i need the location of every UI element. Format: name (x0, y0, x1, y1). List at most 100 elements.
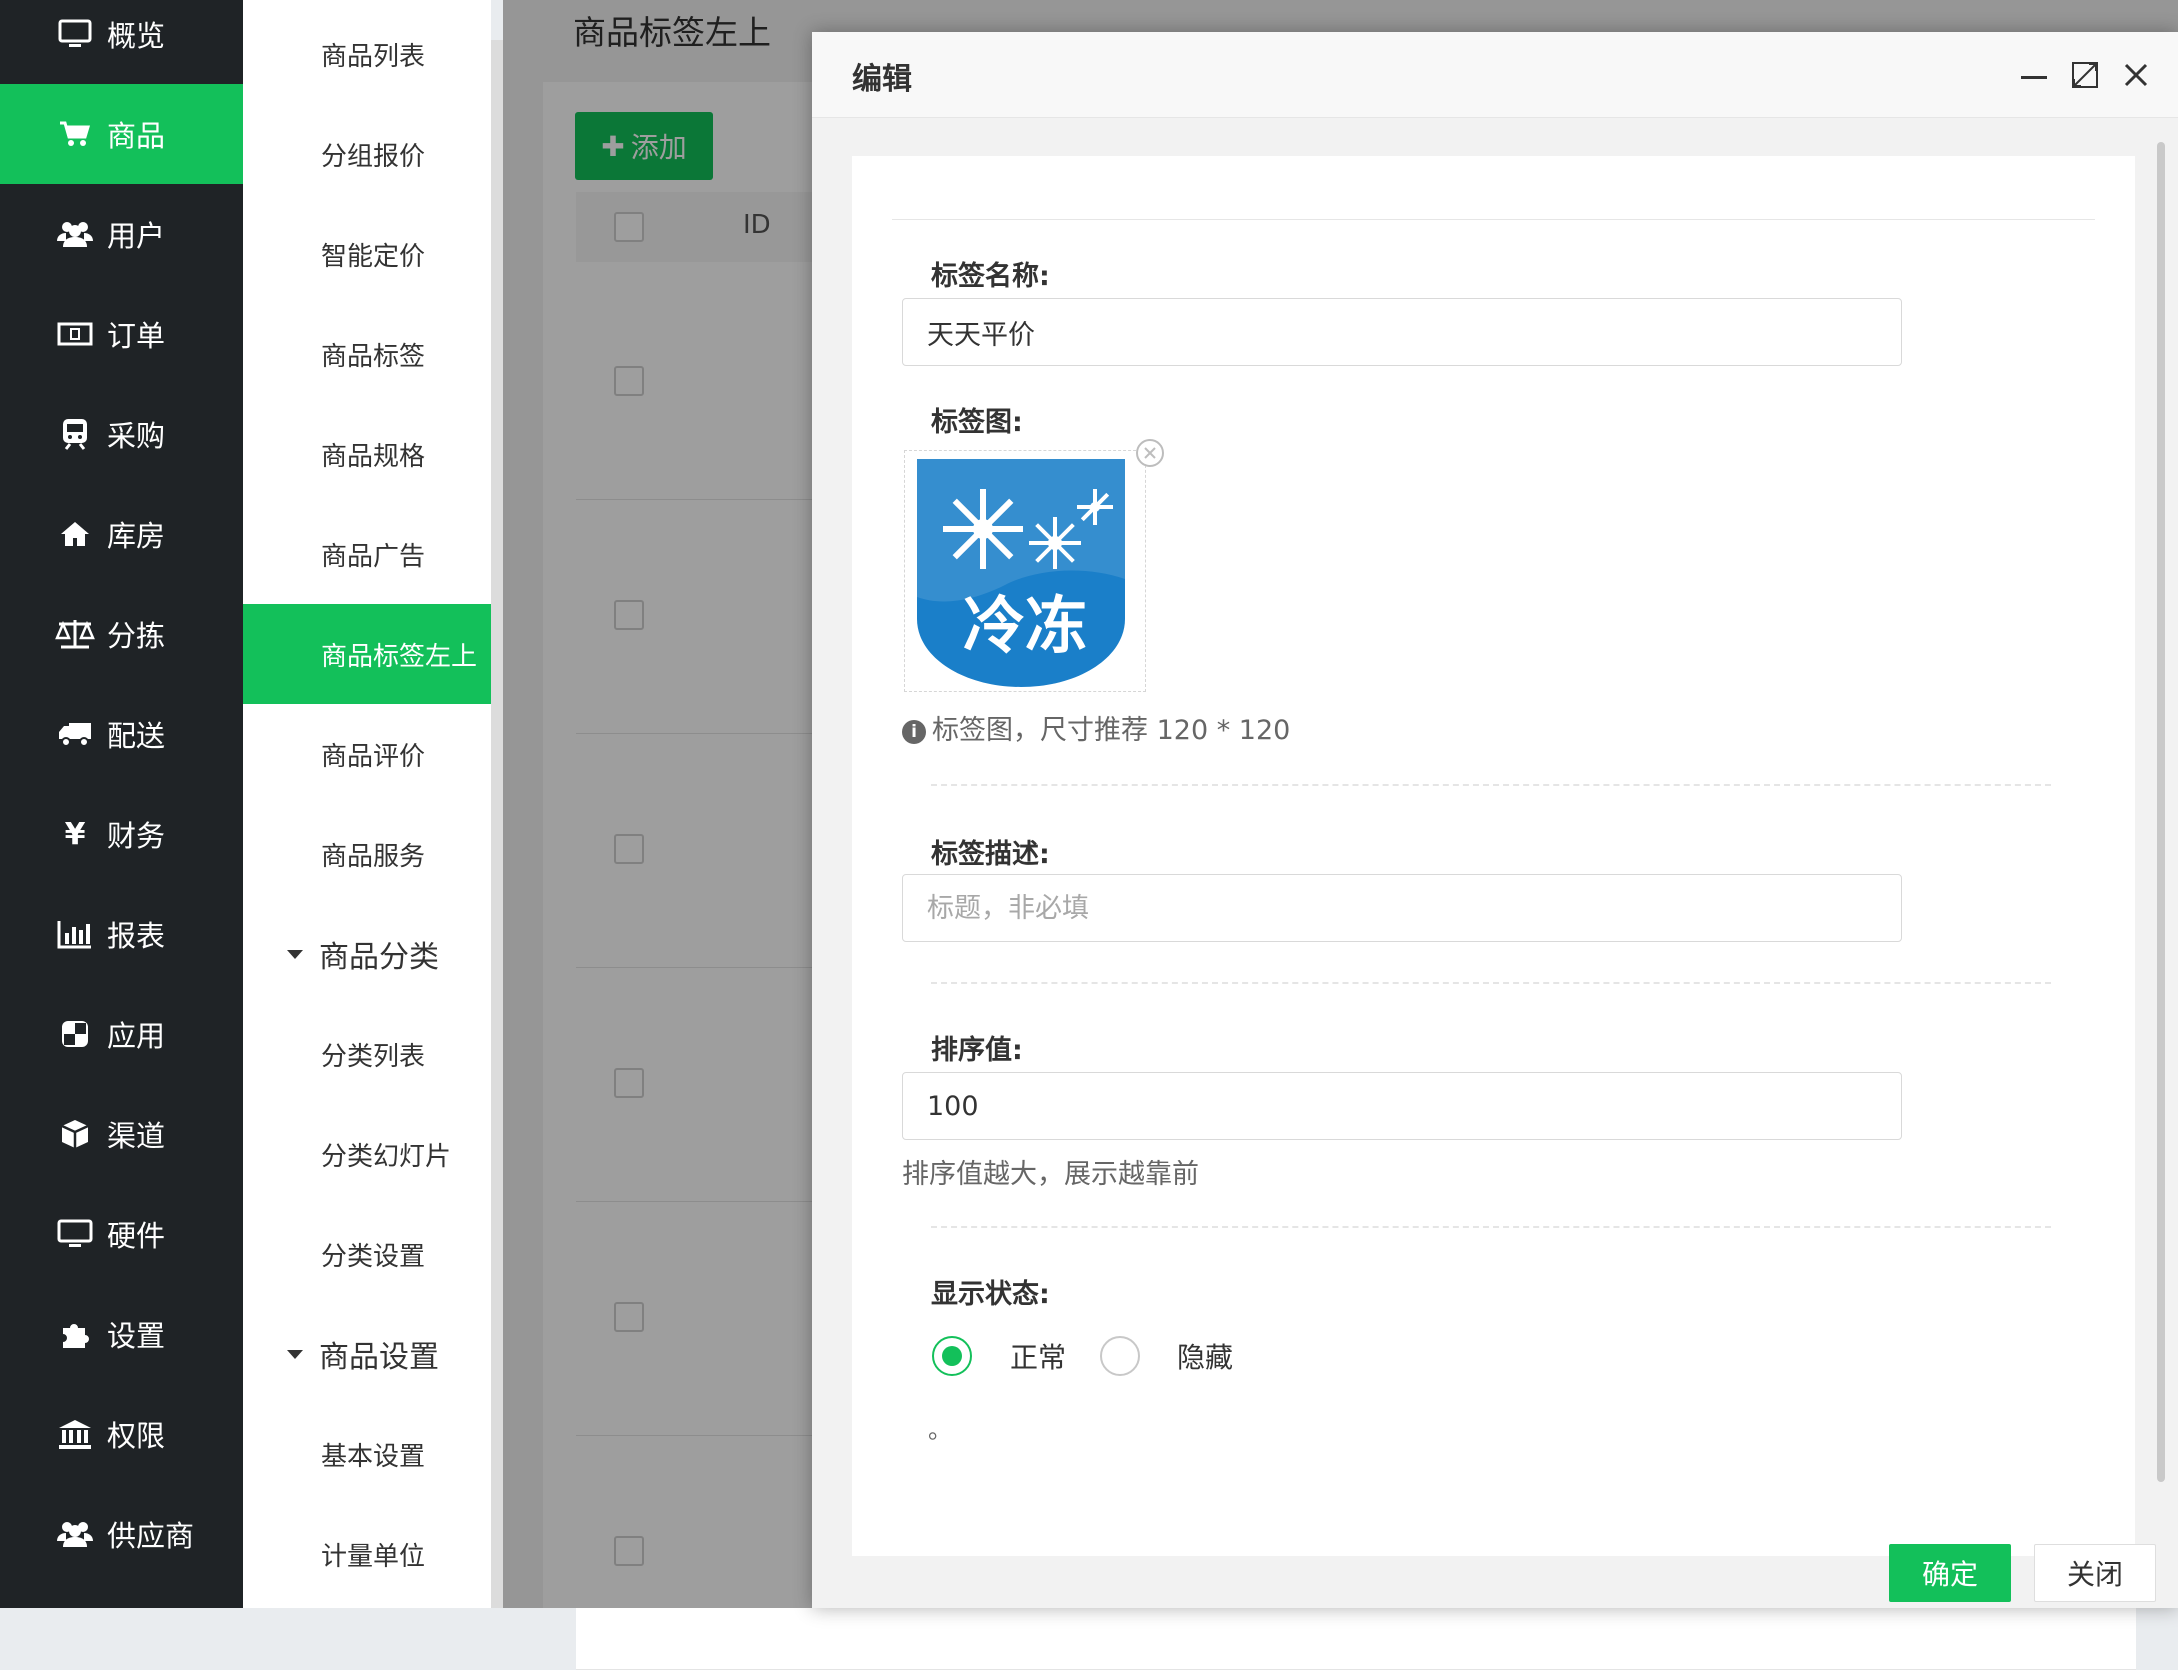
sidebar-item-label: 采购 (107, 419, 166, 453)
sidebar-item-permissions[interactable]: 权限 (0, 1384, 243, 1484)
divider (892, 219, 2095, 220)
submenu-item-product-ads[interactable]: 商品广告 (243, 504, 491, 604)
confirm-button[interactable]: 确定 (1889, 1544, 2011, 1602)
status-radio-normal[interactable] (932, 1336, 972, 1376)
cart-icon (55, 119, 95, 149)
submenu-item-label: 商品评价 (321, 741, 426, 772)
sidebar-item-label: 商品 (107, 119, 166, 153)
sidebar-item-label: 概览 (107, 19, 166, 53)
submenu-item-tag-top-left[interactable]: 商品标签左上 (243, 604, 491, 704)
puzzle-icon (55, 1318, 95, 1350)
tag-name-input[interactable] (902, 298, 1902, 366)
dashed-divider (931, 784, 2051, 786)
sidebar-item-apps[interactable]: 应用 (0, 984, 243, 1084)
sidebar-item-label: 库房 (107, 519, 166, 553)
sidebar-item-delivery[interactable]: 配送 (0, 684, 243, 784)
submenu-item-product-list[interactable]: 商品列表 (243, 4, 491, 104)
submenu-item-label: 分类设置 (321, 1241, 426, 1272)
image-size-hint-text: 标签图，尺寸推荐 120 * 120 (932, 715, 1291, 746)
trailing-mark: 。 (928, 1416, 952, 1444)
dialog-body: 标签名称: 标签图: (852, 156, 2135, 1556)
submenu-item-product-specs[interactable]: 商品规格 (243, 404, 491, 504)
submenu-item-label: 智能定价 (321, 241, 426, 272)
submenu-item-label: 商品标签左上 (321, 641, 478, 672)
sidebar-item-orders[interactable]: 订单 (0, 284, 243, 384)
sidebar-item-label: 用户 (107, 219, 166, 253)
submenu-item-label: 分类列表 (321, 1041, 426, 1072)
sidebar-item-finance[interactable]: ¥ 财务 (0, 784, 243, 884)
submenu-group-label: 商品分类 (319, 940, 439, 975)
frozen-tag-text: 冷冻 (963, 589, 1087, 662)
submenu-item-basic-settings[interactable]: 基本设置 (243, 1404, 491, 1504)
sidebar-item-reports[interactable]: 报表 (0, 884, 243, 984)
submenu-item-label: 分类幻灯片 (321, 1141, 452, 1172)
status-radio-normal-label[interactable]: 正常 (1010, 1336, 1066, 1376)
maximize-icon[interactable] (2068, 58, 2102, 92)
yen-icon: ¥ (64, 816, 86, 852)
sidebar-item-overview[interactable]: 概览 (0, 0, 243, 84)
sort-label: 排序值: (931, 1035, 1023, 1066)
submenu-group-category[interactable]: 商品分类 (243, 904, 491, 1004)
monitor-icon (55, 19, 95, 49)
sort-hint: 排序值越大，展示越靠前 (902, 1159, 1199, 1190)
submenu-item-units[interactable]: 计量单位 (243, 1504, 491, 1604)
sidebar-item-label: 硬件 (107, 1219, 166, 1253)
submenu-item-category-slides[interactable]: 分类幻灯片 (243, 1104, 491, 1204)
sidebar-item-label: 供应商 (107, 1519, 195, 1553)
sidebar-item-label: 订单 (107, 319, 166, 353)
submenu-item-label: 商品列表 (321, 41, 426, 72)
submenu-scrollbar[interactable] (491, 40, 503, 1608)
sidebar-item-sorting[interactable]: 分拣 (0, 584, 243, 684)
submenu-item-label: 基本设置 (321, 1441, 426, 1472)
bar-chart-icon (55, 919, 95, 949)
submenu-item-smart-pricing[interactable]: 智能定价 (243, 204, 491, 304)
sidebar-item-hardware[interactable]: 硬件 (0, 1184, 243, 1284)
sidebar-item-purchase[interactable]: 采购 (0, 384, 243, 484)
sidebar-item-warehouse[interactable]: 库房 (0, 484, 243, 584)
submenu-item-category-list[interactable]: 分类列表 (243, 1004, 491, 1104)
minimize-icon[interactable] (2017, 58, 2051, 92)
bank-icon (55, 1418, 95, 1450)
dialog-scrollbar[interactable] (2157, 142, 2165, 1482)
status-radio-hidden[interactable] (1100, 1336, 1140, 1376)
apps-icon (55, 1019, 95, 1049)
sidebar-item-suppliers[interactable]: 供应商 (0, 1484, 243, 1584)
sidebar-item-products[interactable]: 商品 (0, 84, 243, 184)
dashed-divider (931, 982, 2051, 984)
submenu-item-product-tags[interactable]: 商品标签 (243, 304, 491, 404)
remove-image-icon[interactable] (1135, 438, 1165, 468)
status-label: 显示状态: (931, 1279, 1050, 1310)
home-icon (55, 520, 95, 548)
submenu-item-category-settings[interactable]: 分类设置 (243, 1204, 491, 1304)
frozen-tag-image: 冷冻 (917, 459, 1125, 687)
sidebar-item-label: 权限 (107, 1419, 166, 1453)
submenu-item-label: 商品服务 (321, 841, 426, 872)
tag-image-label: 标签图: (931, 407, 1023, 438)
submenu-item-label: 分组报价 (321, 141, 426, 172)
scale-icon (55, 618, 95, 650)
sidebar-item-settings[interactable]: 设置 (0, 1284, 243, 1384)
sort-input[interactable] (902, 1072, 1902, 1140)
tag-desc-input[interactable] (902, 874, 1902, 942)
submenu-group-settings[interactable]: 商品设置 (243, 1304, 491, 1404)
cube-icon (55, 1118, 95, 1150)
close-icon[interactable] (2119, 58, 2153, 92)
dashed-divider (931, 1226, 2051, 1228)
sidebar-item-users[interactable]: 用户 (0, 184, 243, 284)
status-radio-hidden-label[interactable]: 隐藏 (1177, 1336, 1233, 1376)
close-button[interactable]: 关闭 (2034, 1544, 2156, 1602)
submenu-item-product-reviews[interactable]: 商品评价 (243, 704, 491, 804)
sidebar-item-label: 设置 (107, 1319, 166, 1353)
submenu-item-group-pricing[interactable]: 分组报价 (243, 104, 491, 204)
dialog-header: 编辑 (812, 32, 2178, 118)
sidebar-item-channels[interactable]: 渠道 (0, 1084, 243, 1184)
main-sidebar: 概览 商品 用户 订单 采购 库房 分拣 配送 ¥ 财务 报表 应用 渠道 硬件… (0, 0, 243, 1608)
info-icon: i (902, 719, 926, 744)
sidebar-item-label: 报表 (107, 919, 166, 953)
tag-image-preview[interactable]: 冷冻 (904, 450, 1146, 692)
submenu-item-product-services[interactable]: 商品服务 (243, 804, 491, 904)
submenu-item-label: 商品广告 (321, 541, 426, 572)
submenu-item-label: 计量单位 (321, 1541, 426, 1572)
submenu-item-label: 商品规格 (321, 441, 426, 472)
money-icon (55, 321, 95, 347)
